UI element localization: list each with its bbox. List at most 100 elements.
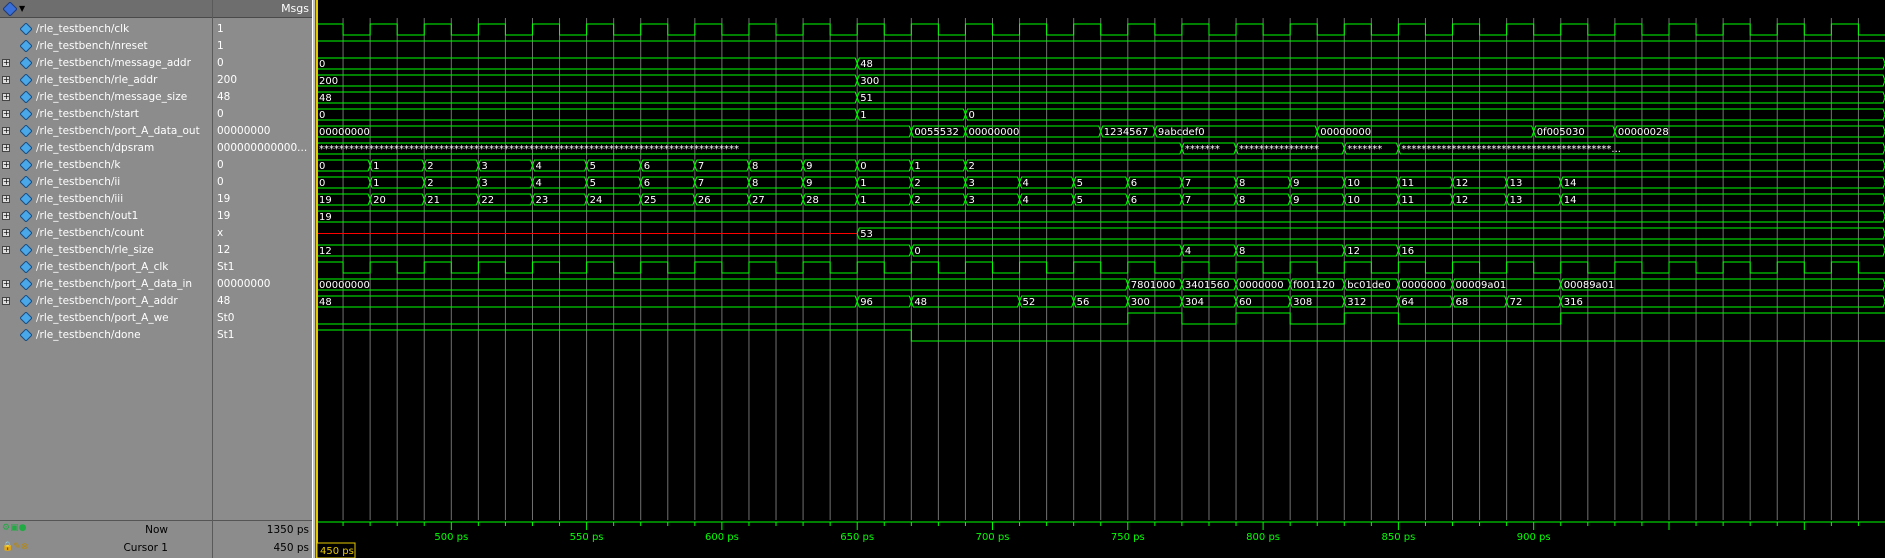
signal-names-panel: ▼ /rle_testbench/clk/rle_testbench/nrese… [0, 0, 212, 558]
signal-row[interactable]: /rle_testbench/port_A_clk [0, 259, 212, 276]
signal-value-row: 200 [213, 72, 313, 89]
waveform-panel[interactable]: 0 48 200 300 48 51 0 1 0 00000000 0055532 00000000 1… [316, 0, 1885, 558]
bus-value: 4 [1023, 178, 1029, 189]
bus-value: 1 [860, 110, 866, 121]
signal-value: 00000000 [217, 125, 271, 137]
bus-value: 11 [1401, 178, 1414, 189]
bus-value: 9abcdef0 [1158, 127, 1205, 138]
cursor-value: 450 ps [273, 542, 309, 554]
names-footer: ⚙▣● Now 🔒✎⊗ Cursor 1 [0, 520, 212, 558]
bus-value: 6 [644, 178, 650, 189]
signal-value-row: 0 [213, 106, 313, 123]
signal-row[interactable]: + /rle_testbench/start [0, 106, 212, 123]
signal-row[interactable]: + /rle_testbench/port_A_addr [0, 293, 212, 310]
expand-icon[interactable]: + [2, 195, 10, 203]
signal-value-row: 48 [213, 89, 313, 106]
signal-row[interactable]: + /rle_testbench/out1 [0, 208, 212, 225]
bus-value: 0 [319, 110, 325, 121]
signal-icon [19, 107, 33, 121]
bus-value: 1 [373, 178, 379, 189]
signal-value-row: 1 [213, 21, 313, 38]
bus-value: 00000000 [319, 127, 370, 138]
bus-value: ****************************************… [319, 144, 739, 155]
bus-value: ****************************************… [1401, 144, 1621, 155]
signal-value-row: 19 [213, 191, 313, 208]
bus-value: 56 [1077, 297, 1090, 308]
bus-value: 5 [590, 161, 596, 172]
bus-value: 200 [319, 76, 338, 87]
signal-row[interactable]: + /rle_testbench/k [0, 157, 212, 174]
waveform-canvas[interactable]: 0 48200 30048 510 1 000000000 0055532 00000000 1… [316, 0, 1885, 558]
diamond-menu-icon[interactable] [2, 1, 18, 17]
expand-icon[interactable]: + [2, 76, 10, 84]
expand-icon[interactable]: + [2, 127, 10, 135]
lock-icons[interactable]: 🔒✎⊗ [2, 542, 28, 552]
expand-icon[interactable]: + [2, 246, 10, 254]
bus-value: 24 [590, 195, 603, 206]
expand-icon[interactable]: + [2, 161, 10, 169]
signal-row[interactable]: + /rle_testbench/ii [0, 174, 212, 191]
bus-value: 12 [1347, 246, 1360, 257]
signal-row[interactable]: /rle_testbench/done [0, 327, 212, 344]
bus-value: 6 [1131, 178, 1137, 189]
signal-icon [19, 124, 33, 138]
bus-value: 0 [914, 246, 920, 257]
signal-name: /rle_testbench/port_A_clk [36, 261, 169, 273]
signal-name: /rle_testbench/out1 [36, 210, 139, 222]
timeline-label: 500 ps [434, 532, 468, 543]
signal-value-row: St0 [213, 310, 313, 327]
bus-value: 1 [860, 178, 866, 189]
signal-icon [19, 56, 33, 70]
bus-value: 64 [1401, 297, 1414, 308]
expand-icon[interactable]: + [2, 297, 10, 305]
bus-value: 10 [1347, 178, 1360, 189]
signal-row[interactable]: /rle_testbench/nreset [0, 38, 212, 55]
bus-value: 3401560 [1185, 280, 1230, 291]
bus-value: 1 [373, 161, 379, 172]
timeline-label: 600 ps [705, 532, 739, 543]
expand-icon[interactable]: + [2, 93, 10, 101]
signal-row[interactable]: /rle_testbench/clk [0, 21, 212, 38]
bus-value: bc01de0 [1347, 280, 1390, 291]
signal-row[interactable]: + /rle_testbench/dpsram [0, 140, 212, 157]
bus-value: 48 [860, 59, 873, 70]
signal-row[interactable]: + /rle_testbench/rle_addr [0, 72, 212, 89]
signal-row[interactable]: /rle_testbench/port_A_we [0, 310, 212, 327]
expand-icon[interactable]: + [2, 59, 10, 67]
bus-value: 12 [1456, 178, 1469, 189]
signal-value-row: 0 [213, 174, 313, 191]
cursor-tag: 450 ps [320, 546, 354, 557]
timeline-label: 800 ps [1246, 532, 1280, 543]
msgs-label: Msgs [281, 2, 309, 15]
expand-icon[interactable]: + [2, 212, 10, 220]
bus-value: 8 [1239, 178, 1245, 189]
toolbar-icons[interactable]: ⚙▣● [2, 523, 26, 533]
bus-value: 0 [968, 110, 974, 121]
signal-row[interactable]: + /rle_testbench/iii [0, 191, 212, 208]
bus-value: 1 [860, 195, 866, 206]
bus-value: **************** [1239, 144, 1319, 155]
signal-row[interactable]: + /rle_testbench/port_A_data_out [0, 123, 212, 140]
bus-value: 5 [590, 178, 596, 189]
signal-value: St1 [217, 261, 235, 273]
signal-row[interactable]: + /rle_testbench/count [0, 225, 212, 242]
signal-name: /rle_testbench/port_A_data_out [36, 125, 200, 137]
signal-icon [19, 294, 33, 308]
expand-icon[interactable]: + [2, 110, 10, 118]
signal-row[interactable]: + /rle_testbench/rle_size [0, 242, 212, 259]
expand-icon[interactable]: + [2, 144, 10, 152]
expand-icon[interactable]: + [2, 280, 10, 288]
signal-name: /rle_testbench/ii [36, 176, 121, 188]
bus-value: 7 [698, 161, 704, 172]
expand-icon[interactable]: + [2, 178, 10, 186]
signal-row[interactable]: + /rle_testbench/message_size [0, 89, 212, 106]
bus-value: 7 [1185, 178, 1191, 189]
signal-value-row: St1 [213, 327, 313, 344]
bus-value: 4 [1185, 246, 1191, 257]
dropdown-arrow-icon[interactable]: ▼ [19, 4, 25, 13]
signal-row[interactable]: + /rle_testbench/port_A_data_in [0, 276, 212, 293]
waveform-row [316, 23, 1885, 36]
signal-row[interactable]: + /rle_testbench/message_addr [0, 55, 212, 72]
expand-icon[interactable]: + [2, 229, 10, 237]
bus-value: 16 [1401, 246, 1414, 257]
